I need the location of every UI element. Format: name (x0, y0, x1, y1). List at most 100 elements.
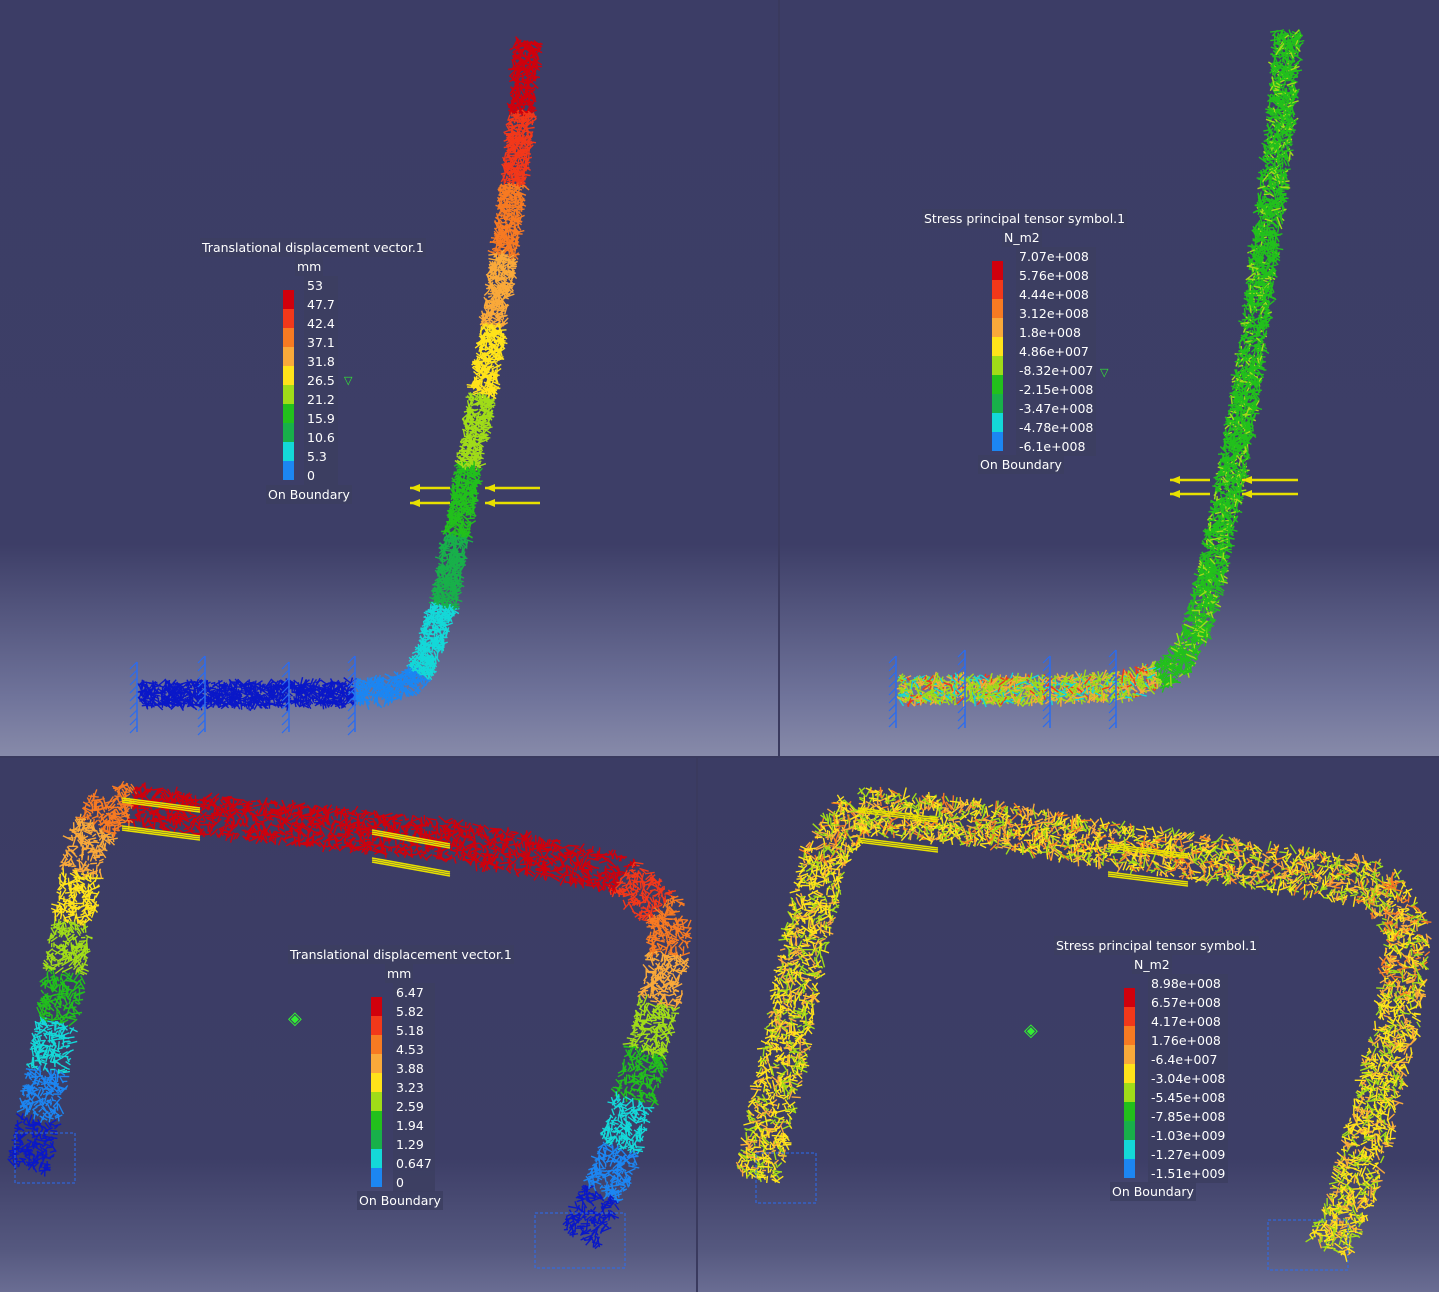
legend-color-swatch (992, 318, 1003, 337)
legend-value: 1.76e+008 (1148, 1031, 1229, 1050)
force-arrow-bundle-icon (857, 837, 939, 853)
legend-value: -1.51e+009 (1148, 1164, 1229, 1183)
legend-value: -3.47e+008 (1016, 399, 1097, 418)
force-arrow-icon (410, 484, 450, 492)
legend-color-swatch (992, 394, 1003, 413)
legend-color-swatch (992, 280, 1003, 299)
legend-color-swatch (1124, 1140, 1135, 1159)
legend-color-swatch (283, 385, 294, 404)
legend-color-swatch (992, 432, 1003, 451)
legend-color-swatch (283, 404, 294, 423)
legend-value: 37.1 (304, 333, 338, 352)
legend-value: 0.647 (393, 1154, 435, 1173)
legend-color-swatch (371, 1092, 382, 1111)
legend-value: 5.82 (393, 1002, 435, 1021)
legend-value: -4.78e+008 (1016, 418, 1097, 437)
legend-title: Translational displacement vector.1 (288, 945, 514, 964)
legend-color-swatch (992, 261, 1003, 280)
legend-color-swatch (992, 337, 1003, 356)
legend-color-swatch (371, 997, 382, 1016)
legend-color-swatch (992, 356, 1003, 375)
legend-unit: N_m2 (1002, 228, 1042, 247)
legend-value: -6.4e+007 (1148, 1050, 1229, 1069)
clamp-restraint-icon (888, 655, 897, 728)
legend-value: 6.47 (393, 983, 435, 1002)
force-arrow-bundle-icon (371, 857, 451, 877)
legend-value: 0 (393, 1173, 435, 1192)
legend-value: 21.2 (304, 390, 338, 409)
legend-footer: On Boundary (357, 1191, 443, 1210)
legend-value: 31.8 (304, 352, 338, 371)
legend-unit: N_m2 (1132, 955, 1172, 974)
legend-color-bar (371, 997, 382, 1187)
legend-footer: On Boundary (266, 485, 352, 504)
force-arrow-icon (1170, 476, 1210, 484)
legend-color-swatch (1124, 1007, 1135, 1026)
view-origin-marker-icon: ◈ (288, 1008, 302, 1029)
legend-value: -2.15e+008 (1016, 380, 1097, 399)
mesh-strokes (735, 786, 1432, 1262)
current-value-marker-icon: ▽ (344, 374, 353, 387)
clamp-restraint-icon (129, 661, 138, 734)
legend-color-swatch (283, 442, 294, 461)
viewport-stress-bottom[interactable]: Stress principal tensor symbol.1 N_m2 8.… (698, 758, 1439, 1292)
legend-value: 8.98e+008 (1148, 974, 1229, 993)
legend-title: Translational displacement vector.1 (200, 238, 426, 257)
legend-color-swatch (992, 413, 1003, 432)
mesh-strokes (7, 780, 693, 1250)
legend-value: 6.57e+008 (1148, 993, 1229, 1012)
legend-value: 53 (304, 276, 338, 295)
legend-color-swatch (1124, 1102, 1135, 1121)
legend-value: 10.6 (304, 428, 338, 447)
legend-value: 5.3 (304, 447, 338, 466)
legend-title: Stress principal tensor symbol.1 (1054, 936, 1260, 955)
pipe-mesh-displacement-bottom (7, 780, 693, 1269)
legend-value: -1.03e+009 (1148, 1126, 1229, 1145)
legend-color-swatch (283, 290, 294, 309)
legend-color-swatch (371, 1111, 382, 1130)
legend-color-swatch (1124, 988, 1135, 1007)
legend-value: -6.1e+008 (1016, 437, 1097, 456)
legend-value: 4.53 (393, 1040, 435, 1059)
force-arrow-icon (1170, 490, 1210, 498)
legend-value: -8.32e+007 (1016, 361, 1097, 380)
legend-value: 47.7 (304, 295, 338, 314)
legend-value: 42.4 (304, 314, 338, 333)
legend-footer: On Boundary (978, 455, 1064, 474)
legend-unit: mm (385, 964, 414, 983)
force-arrow-icon (410, 499, 450, 507)
legend-color-swatch (283, 347, 294, 366)
legend-color-swatch (1124, 1026, 1135, 1045)
pipe-mesh-stress-top (888, 28, 1305, 730)
legend-value: 15.9 (304, 409, 338, 428)
legend-color-swatch (371, 1130, 382, 1149)
legend-color-swatch (1124, 1045, 1135, 1064)
viewport-stress-top[interactable]: Stress principal tensor symbol.1 N_m2 7.… (780, 0, 1439, 756)
legend-color-swatch (992, 375, 1003, 394)
pipe-mesh-displacement-top (129, 36, 543, 736)
legend-color-swatch (371, 1073, 382, 1092)
mesh-strokes (136, 36, 543, 712)
legend-color-swatch (371, 1168, 382, 1187)
viewport-displacement-bottom[interactable]: Translational displacement vector.1 mm 6… (0, 758, 696, 1292)
legend-value: 26.5 (304, 371, 338, 390)
legend-color-bar (283, 290, 294, 480)
legend-values: 7.07e+008 5.76e+008 4.44e+008 3.12e+008 1.8e… (1016, 247, 1097, 456)
legend-value: -5.45e+008 (1148, 1088, 1229, 1107)
legend-value: 5.18 (393, 1021, 435, 1040)
legend-color-swatch (283, 328, 294, 347)
legend-color-swatch (371, 1035, 382, 1054)
legend-value: 7.07e+008 (1016, 247, 1097, 266)
legend-value: 1.94 (393, 1116, 435, 1135)
legend-color-swatch (1124, 1083, 1135, 1102)
legend-color-swatch (1124, 1064, 1135, 1083)
viewport-displacement-top[interactable]: Translational displacement vector.1 mm 5… (0, 0, 778, 756)
legend-value: 3.23 (393, 1078, 435, 1097)
legend-unit: mm (295, 257, 324, 276)
legend-color-swatch (371, 1016, 382, 1035)
legend-title: Stress principal tensor symbol.1 (922, 209, 1128, 228)
force-arrow-bundle-icon (1107, 871, 1189, 887)
legend-color-swatch (283, 423, 294, 442)
force-arrow-icon (485, 484, 540, 492)
force-arrow-icon (1242, 476, 1298, 484)
